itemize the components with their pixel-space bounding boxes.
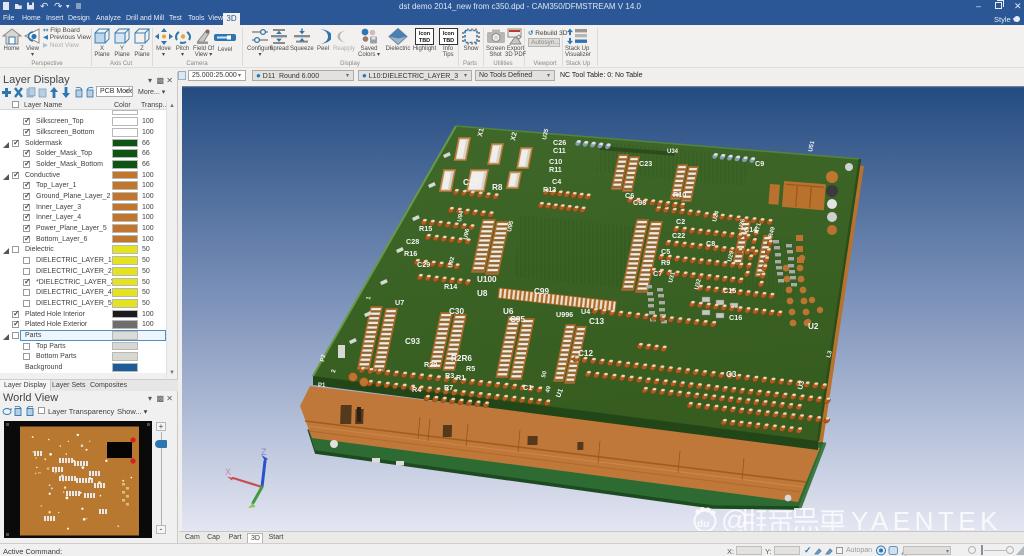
svg-text:TBD: TBD xyxy=(442,38,453,44)
svg-text:C7: C7 xyxy=(653,269,662,278)
svg-text:Z: Z xyxy=(261,447,267,457)
svg-text:C30: C30 xyxy=(449,307,464,316)
svg-text:R14: R14 xyxy=(444,282,457,291)
svg-text:C8: C8 xyxy=(706,239,715,248)
svg-text:P1: P1 xyxy=(318,383,326,389)
svg-text:R7: R7 xyxy=(444,383,453,392)
svg-text:U100: U100 xyxy=(477,275,497,284)
svg-text:U8: U8 xyxy=(477,289,488,298)
svg-text:C12: C12 xyxy=(578,349,593,358)
svg-text:U34: U34 xyxy=(667,149,679,155)
svg-text:C2: C2 xyxy=(676,217,685,226)
svg-text:Icon: Icon xyxy=(442,31,454,37)
svg-text:R5: R5 xyxy=(466,364,475,373)
svg-text:C22: C22 xyxy=(672,231,685,240)
svg-text:R29: R29 xyxy=(424,360,437,369)
svg-text:C29: C29 xyxy=(417,260,430,269)
svg-text:C5: C5 xyxy=(661,247,670,256)
svg-text:du: du xyxy=(697,519,709,530)
svg-text:C93: C93 xyxy=(405,337,420,346)
svg-text:R1: R1 xyxy=(456,373,465,382)
svg-text:C15: C15 xyxy=(723,286,736,295)
svg-text:YAENTEK: YAENTEK xyxy=(851,506,1002,531)
svg-text:C3: C3 xyxy=(726,370,737,379)
svg-text:Icon: Icon xyxy=(419,31,431,37)
svg-text:C9: C9 xyxy=(755,159,764,168)
svg-text:R15: R15 xyxy=(419,224,432,233)
svg-text:C16: C16 xyxy=(729,313,742,322)
svg-text:R3: R3 xyxy=(445,371,454,380)
svg-text:R10: R10 xyxy=(673,190,686,199)
svg-text:U4: U4 xyxy=(581,307,590,316)
svg-text:C11: C11 xyxy=(553,146,566,155)
svg-text:R11: R11 xyxy=(549,165,562,174)
svg-text:U7: U7 xyxy=(395,298,404,307)
svg-text:C99: C99 xyxy=(534,287,549,296)
svg-text:R9: R9 xyxy=(661,258,670,267)
svg-text:TBD: TBD xyxy=(419,38,430,44)
svg-text:C13: C13 xyxy=(589,317,604,326)
svg-text:U996: U996 xyxy=(556,310,573,319)
svg-text:R4: R4 xyxy=(412,385,421,394)
svg-text:C23: C23 xyxy=(639,159,652,168)
svg-text:U2: U2 xyxy=(808,322,819,331)
svg-text:R16: R16 xyxy=(404,249,417,258)
svg-text:R2R6: R2R6 xyxy=(451,354,472,363)
svg-text:@: @ xyxy=(721,505,748,531)
svg-text:R8: R8 xyxy=(492,183,503,192)
svg-text:C27: C27 xyxy=(463,178,478,187)
svg-text:C95: C95 xyxy=(510,315,525,324)
svg-text:C28: C28 xyxy=(406,237,419,246)
svg-text:C98: C98 xyxy=(633,198,646,207)
svg-text:X: X xyxy=(225,467,231,477)
svg-text:C1: C1 xyxy=(523,383,532,392)
svg-text:R13: R13 xyxy=(543,185,556,194)
